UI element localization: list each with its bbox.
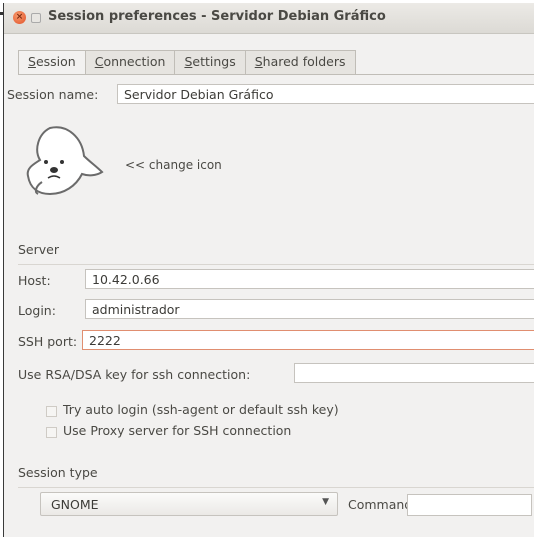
change-icon-link[interactable]: << change icon — [125, 158, 222, 172]
auto-login-label[interactable]: Try auto login (ssh-agent or default ssh… — [63, 402, 339, 417]
tab-settings[interactable]: Settings — [174, 50, 246, 74]
ssh-port-label: SSH port: — [18, 334, 78, 349]
session-name-field[interactable]: Servidor Debian Gráfico — [117, 84, 534, 104]
tab-divider — [18, 74, 534, 75]
tab-bar: Session Connection Settings Shared folde… — [18, 50, 356, 74]
host-field[interactable]: 10.42.0.66 — [85, 269, 534, 289]
close-icon: × — [15, 12, 24, 22]
minimize-button[interactable] — [31, 13, 41, 23]
proxy-checkbox[interactable] — [46, 427, 57, 438]
server-divider — [18, 264, 534, 265]
ssh-port-field[interactable]: 2222 — [82, 330, 534, 350]
auto-login-checkbox[interactable] — [46, 406, 57, 417]
session-type-select[interactable]: GNOME ▼ — [40, 492, 338, 516]
rsa-key-label: Use RSA/DSA key for ssh connection: — [18, 367, 251, 382]
session-preferences-window: × Session preferences - Servidor Debian … — [3, 3, 534, 537]
dropdown-arrow-icon: ▼ — [322, 497, 329, 507]
session-type-divider — [18, 487, 534, 488]
login-label: Login: — [18, 303, 56, 318]
tab-shared-folders[interactable]: Shared folders — [244, 50, 356, 74]
server-section-label: Server — [18, 242, 59, 257]
host-label: Host: — [18, 273, 51, 288]
session-name-label: Session name: — [7, 87, 99, 102]
login-field[interactable]: administrador — [85, 299, 534, 319]
close-button[interactable]: × — [13, 11, 26, 24]
command-field[interactable] — [407, 494, 532, 516]
session-type-selected: GNOME — [51, 497, 99, 512]
window-title: Session preferences - Servidor Debian Gr… — [48, 9, 386, 24]
tab-connection[interactable]: Connection — [84, 50, 176, 74]
session-type-section-label: Session type — [18, 465, 98, 480]
proxy-label[interactable]: Use Proxy server for SSH connection — [63, 423, 291, 438]
seal-icon[interactable] — [24, 120, 108, 207]
tab-session[interactable]: Session — [18, 50, 86, 74]
titlebar: × Session preferences - Servidor Debian … — [4, 3, 534, 34]
rsa-key-field[interactable] — [294, 363, 534, 383]
